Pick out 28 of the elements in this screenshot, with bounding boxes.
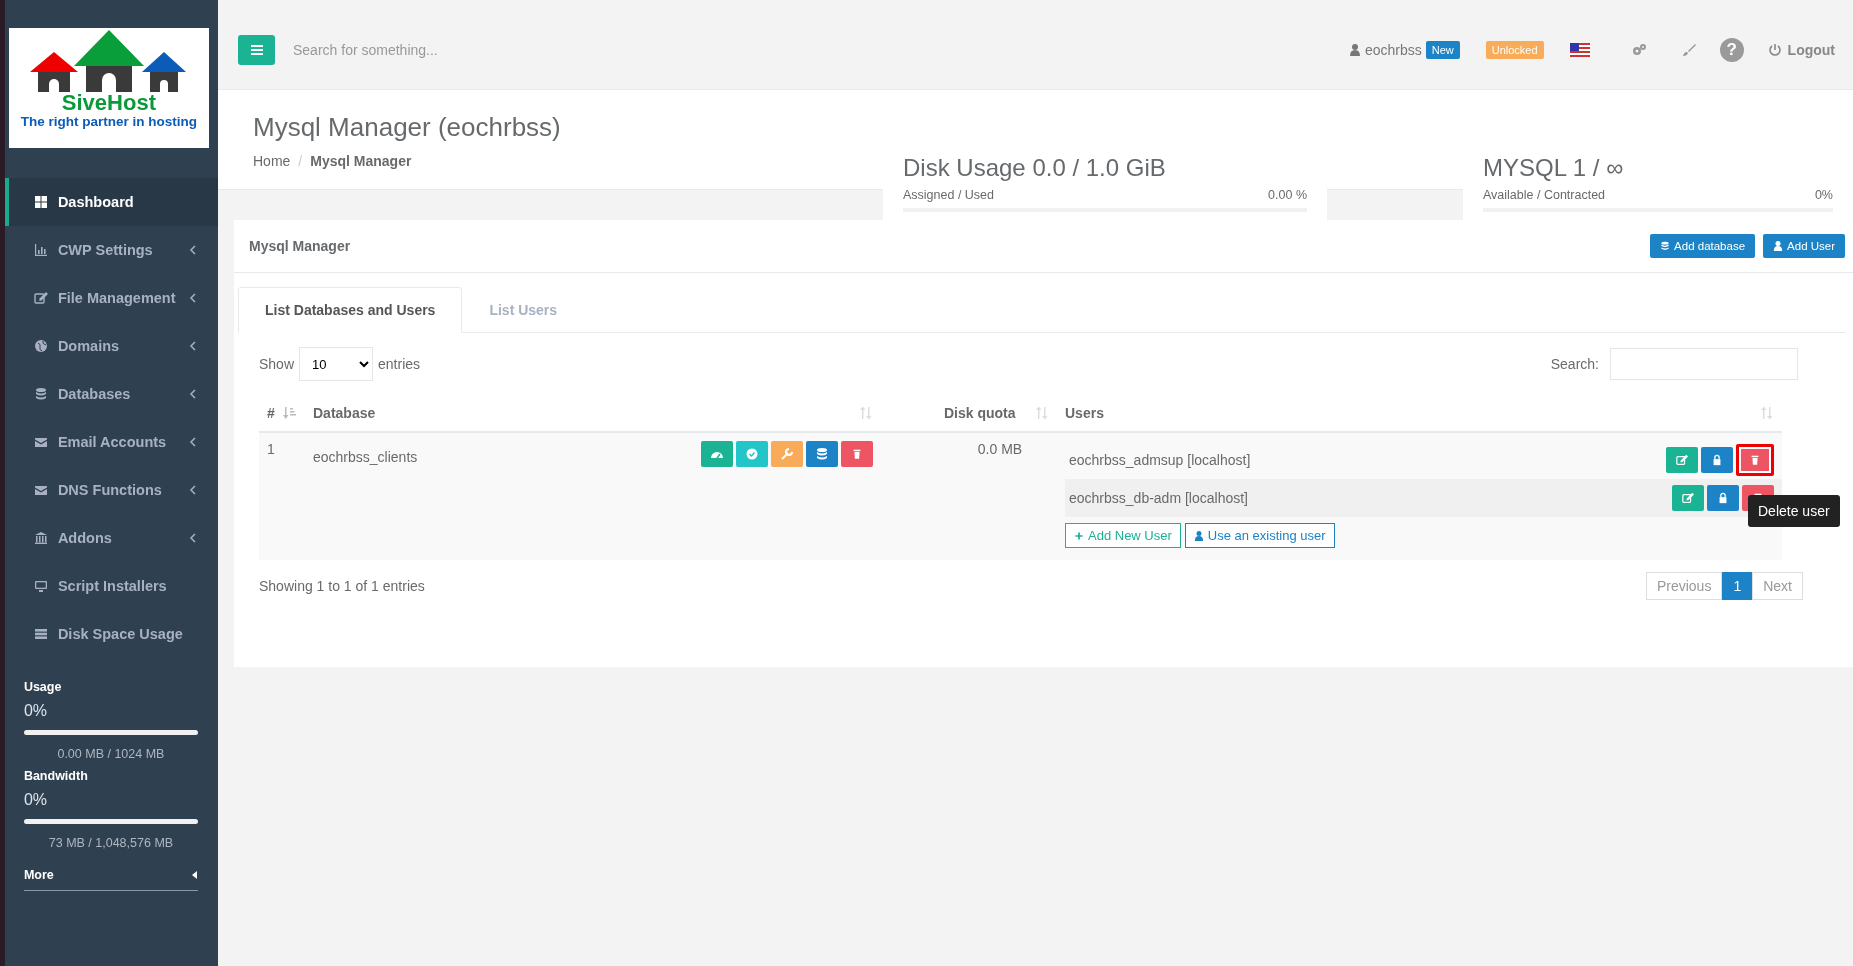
stat-value: 0% <box>1814 188 1833 202</box>
brand-tagline: The right partner in hosting <box>20 114 197 129</box>
status-badge: Unlocked <box>1485 40 1544 59</box>
table-cell: 1 <box>259 432 305 560</box>
show-label: Show <box>259 356 295 372</box>
meter-detail: 0.00 MB / 1024 MB <box>56 747 166 761</box>
table-cell: 0.0 MB <box>881 432 1057 560</box>
tooltip: Delete user <box>1748 495 1840 527</box>
stat-title: MYSQL 1 / ∞ <box>1483 154 1625 182</box>
meter-percent: 0% <box>23 702 48 720</box>
stat-caption: Assigned / Used <box>903 188 995 202</box>
panel-title: Mysql Manager <box>249 238 351 254</box>
meter-title: Bandwidth <box>23 769 89 783</box>
stat-value: 0.00 % <box>1268 188 1307 202</box>
database-name: eochrbss_clients <box>313 449 418 465</box>
meter-detail: 73 MB / 1,048,576 MB <box>47 836 175 850</box>
stat-title: Disk Usage 0.0 / 1.0 GiB <box>903 154 1167 182</box>
meter-percent: 0% <box>23 791 48 809</box>
stat-caption: Available / Contracted <box>1483 188 1606 202</box>
user-entry: eochrbss_db-adm [localhost] <box>1069 490 1248 506</box>
meter-title: Usage <box>23 680 63 694</box>
user-entry: eochrbss_admsup [localhost] <box>1069 452 1251 468</box>
search-label: Search: <box>1550 356 1599 372</box>
table-info: Showing 1 to 1 of 1 entries <box>259 578 425 594</box>
entries-label: entries <box>378 356 421 372</box>
brand-name: SiveHost <box>61 92 156 114</box>
page-title: Mysql Manager (eochrbss) <box>253 112 562 143</box>
breadcrumb-separator: / <box>298 153 303 169</box>
